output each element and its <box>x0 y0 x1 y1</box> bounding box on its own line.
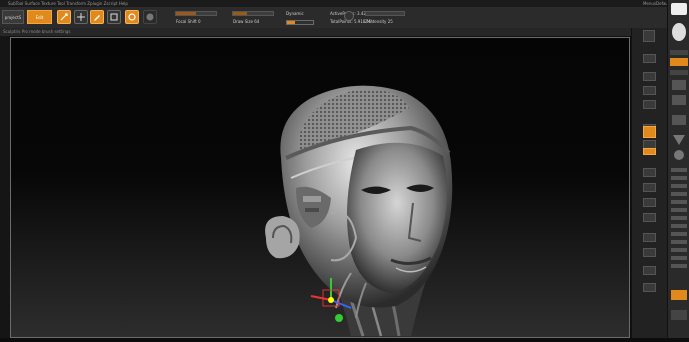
floor-button[interactable] <box>643 126 656 138</box>
spix-button[interactable] <box>643 54 656 63</box>
transp-button[interactable] <box>643 248 656 257</box>
z-intensity-label: Z Intensity 25 <box>365 19 393 24</box>
shelf-info-text: Sculptris Pro mode brush settings <box>3 29 71 34</box>
move-brush-icon[interactable] <box>74 10 88 24</box>
lsym-button[interactable] <box>643 148 656 155</box>
edit-button[interactable]: Edit <box>27 10 52 24</box>
draw-size-label: Draw Size 64 <box>233 19 260 24</box>
right-shelf <box>631 28 668 338</box>
bpr-button[interactable] <box>643 30 655 42</box>
tool-palette-content[interactable] <box>668 0 689 338</box>
scroll-button[interactable] <box>643 72 656 81</box>
dynamic-bar[interactable] <box>286 20 314 25</box>
scale-icon[interactable] <box>107 10 121 24</box>
top-toolbar: projectS Edit Focal Shift 0 Draw Size 64… <box>0 7 689 29</box>
rotate-icon[interactable] <box>125 10 139 24</box>
sculpt-viewport[interactable] <box>11 38 629 337</box>
frame-button[interactable] <box>643 168 656 177</box>
focal-shift-label: Focal Shift 0 <box>176 19 201 24</box>
tool-palette <box>667 0 689 338</box>
draw-size-fill <box>233 12 247 15</box>
zoom3d-button[interactable] <box>643 198 656 207</box>
menu-bar[interactable]: SubTool Surface Texture Tool Transform Z… <box>0 0 689 7</box>
sculpted-head-model <box>265 85 453 337</box>
document-canvas[interactable] <box>10 37 630 338</box>
focal-shift-slider[interactable] <box>175 11 217 16</box>
line-fill-button[interactable] <box>643 233 656 242</box>
dynamic-label[interactable]: Dynamic <box>286 11 304 16</box>
rotate-view-button[interactable] <box>643 213 656 222</box>
solo-button[interactable] <box>643 266 656 275</box>
actual-button[interactable] <box>643 100 656 109</box>
rgb-intensity-slider[interactable] <box>365 11 405 16</box>
focal-shift-fill <box>176 12 196 15</box>
draw-brush-icon[interactable] <box>57 10 71 24</box>
sphere-icon[interactable] <box>143 10 157 24</box>
draw-mode-icon[interactable] <box>90 10 104 24</box>
left-tray <box>0 36 10 338</box>
draw-size-slider[interactable] <box>232 11 274 16</box>
dynamic-fill <box>287 21 295 24</box>
zoom-button[interactable] <box>643 86 656 95</box>
xpose-button[interactable] <box>643 283 656 292</box>
info-shelf: Sculptris Pro mode brush settings <box>0 28 689 37</box>
move-view-button[interactable] <box>643 183 656 192</box>
color-indicator-icon[interactable] <box>344 11 354 21</box>
menu-items[interactable]: SubTool Surface Texture Tool Transform Z… <box>8 1 128 6</box>
projection-button[interactable]: projectS <box>2 10 24 24</box>
